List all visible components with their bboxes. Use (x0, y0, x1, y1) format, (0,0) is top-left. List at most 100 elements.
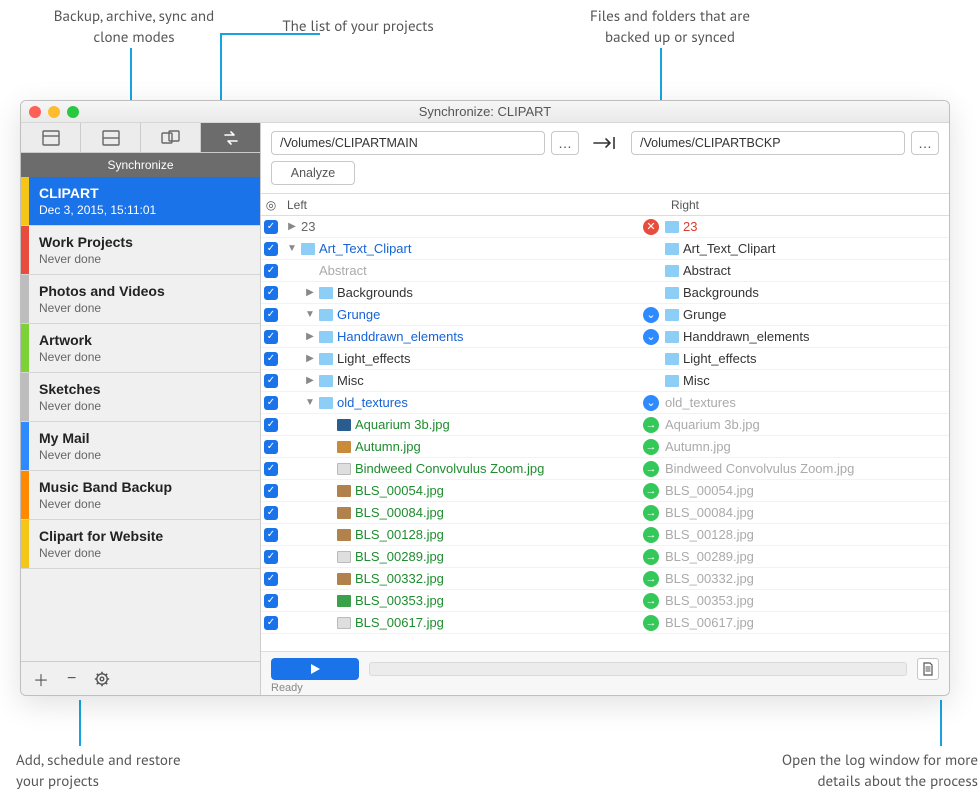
row-checkbox[interactable]: ✓ (264, 528, 278, 542)
project-item[interactable]: Photos and Videos Never done (21, 275, 260, 324)
file-row[interactable]: ✓ Autumn.jpg → Autumn.jpg (261, 436, 949, 458)
project-name: CLIPART (39, 185, 250, 201)
left-path-browse-button[interactable]: … (551, 131, 579, 155)
add-project-button[interactable]: ＋ (33, 667, 49, 691)
analyze-button[interactable]: Analyze (271, 161, 355, 185)
row-checkbox[interactable]: ✓ (264, 594, 278, 608)
run-button[interactable] (271, 658, 359, 680)
file-row[interactable]: ✓ ▶ Backgrounds Backgrounds (261, 282, 949, 304)
disclosure-icon[interactable]: ▶ (305, 287, 315, 298)
callout-addrestore: Add, schedule and restore your projects (16, 750, 256, 792)
right-path-input[interactable]: /Volumes/CLIPARTBCKP (631, 131, 905, 155)
settings-button[interactable] (94, 671, 110, 687)
project-item[interactable]: My Mail Never done (21, 422, 260, 471)
copy-right-icon[interactable]: → (643, 571, 659, 587)
project-item[interactable]: Work Projects Never done (21, 226, 260, 275)
file-row[interactable]: ✓ BLS_00084.jpg → BLS_00084.jpg (261, 502, 949, 524)
direction-icon[interactable] (585, 131, 625, 155)
row-checkbox[interactable]: ✓ (264, 550, 278, 564)
expand-icon[interactable]: ⌄ (643, 395, 659, 411)
copy-right-icon[interactable]: → (643, 461, 659, 477)
expand-icon[interactable]: ⌄ (643, 307, 659, 323)
mode-clone-button[interactable] (141, 123, 201, 152)
disclosure-icon[interactable]: ▼ (305, 309, 315, 320)
project-subtitle: Never done (39, 301, 250, 315)
copy-right-icon[interactable]: → (643, 549, 659, 565)
close-icon[interactable] (29, 106, 41, 118)
file-row[interactable]: ✓ BLS_00617.jpg → BLS_00617.jpg (261, 612, 949, 634)
project-item[interactable]: Artwork Never done (21, 324, 260, 373)
disclosure-icon[interactable]: ▼ (287, 243, 297, 254)
titlebar[interactable]: Synchronize: CLIPART (21, 101, 949, 123)
copy-right-icon[interactable]: → (643, 615, 659, 631)
row-checkbox[interactable]: ✓ (264, 242, 278, 256)
row-checkbox[interactable]: ✓ (264, 396, 278, 410)
row-checkbox[interactable]: ✓ (264, 506, 278, 520)
row-checkbox[interactable]: ✓ (264, 220, 278, 234)
row-checkbox[interactable]: ✓ (264, 308, 278, 322)
file-row[interactable]: ✓ ▼ Art_Text_Clipart Art_Text_Clipart (261, 238, 949, 260)
file-row[interactable]: ✓ ▶ Misc Misc (261, 370, 949, 392)
project-item[interactable]: CLIPART Dec 3, 2015, 15:11:01 (21, 177, 260, 226)
mode-archive-button[interactable] (81, 123, 141, 152)
row-checkbox[interactable]: ✓ (264, 374, 278, 388)
disclosure-icon[interactable]: ▶ (305, 375, 315, 386)
mode-backup-button[interactable] (21, 123, 81, 152)
copy-right-icon[interactable]: → (643, 483, 659, 499)
file-row[interactable]: ✓ BLS_00332.jpg → BLS_00332.jpg (261, 568, 949, 590)
project-name: My Mail (39, 430, 250, 446)
left-filename: BLS_00084.jpg (355, 505, 444, 520)
copy-right-icon[interactable]: → (643, 439, 659, 455)
disclosure-icon[interactable]: ▶ (305, 331, 315, 342)
file-row[interactable]: ✓ BLS_00128.jpg → BLS_00128.jpg (261, 524, 949, 546)
file-row[interactable]: ✓ ▶ Light_effects Light_effects (261, 348, 949, 370)
file-row[interactable]: ✓ ▶ 23 ✕ 23 (261, 216, 949, 238)
copy-right-icon[interactable]: → (643, 527, 659, 543)
row-checkbox[interactable]: ✓ (264, 440, 278, 454)
disclosure-icon[interactable]: ▶ (287, 221, 297, 232)
right-path-browse-button[interactable]: … (911, 131, 939, 155)
project-item[interactable]: Sketches Never done (21, 373, 260, 422)
mode-sync-button[interactable] (201, 123, 260, 152)
remove-project-button[interactable]: − (67, 670, 76, 688)
row-checkbox[interactable]: ✓ (264, 352, 278, 366)
file-row[interactable]: ✓ ▼ old_textures ⌄ old_textures (261, 392, 949, 414)
file-row[interactable]: ✓ BLS_00289.jpg → BLS_00289.jpg (261, 546, 949, 568)
copy-right-icon[interactable]: → (643, 593, 659, 609)
right-column-header[interactable]: Right (665, 194, 949, 215)
log-button[interactable] (917, 658, 939, 680)
target-header-icon[interactable]: ◎ (261, 194, 281, 215)
row-checkbox[interactable]: ✓ (264, 462, 278, 476)
project-item[interactable]: Music Band Backup Never done (21, 471, 260, 520)
left-column-header[interactable]: Left (281, 194, 637, 215)
file-row[interactable]: ✓ ▶ Handdrawn_elements ⌄ Handdrawn_eleme… (261, 326, 949, 348)
file-row[interactable]: ✓ Aquarium 3b.jpg → Aquarium 3b.jpg (261, 414, 949, 436)
file-row[interactable]: ✓ BLS_00054.jpg → BLS_00054.jpg (261, 480, 949, 502)
project-item[interactable]: Clipart for Website Never done (21, 520, 260, 569)
row-checkbox[interactable]: ✓ (264, 330, 278, 344)
file-row[interactable]: ✓ ▼ Grunge ⌄ Grunge (261, 304, 949, 326)
expand-icon[interactable]: ⌄ (643, 329, 659, 345)
file-row[interactable]: ✓ Bindweed Convolvulus Zoom.jpg → Bindwe… (261, 458, 949, 480)
disclosure-icon[interactable]: ▼ (305, 397, 315, 408)
row-checkbox[interactable]: ✓ (264, 264, 278, 278)
row-checkbox[interactable]: ✓ (264, 418, 278, 432)
copy-right-icon[interactable]: → (643, 505, 659, 521)
left-filename: Art_Text_Clipart (319, 241, 411, 256)
minimize-icon[interactable] (48, 106, 60, 118)
file-row[interactable]: ✓ Abstract Abstract (261, 260, 949, 282)
row-checkbox[interactable]: ✓ (264, 286, 278, 300)
row-checkbox[interactable]: ✓ (264, 572, 278, 586)
left-path-input[interactable]: /Volumes/CLIPARTMAIN (271, 131, 545, 155)
disclosure-icon[interactable]: ▶ (305, 353, 315, 364)
folder-icon (665, 221, 679, 233)
project-name: Sketches (39, 381, 250, 397)
gear-icon (94, 671, 110, 687)
zoom-icon[interactable] (67, 106, 79, 118)
row-checkbox[interactable]: ✓ (264, 484, 278, 498)
right-filename: Misc (683, 373, 710, 388)
row-checkbox[interactable]: ✓ (264, 616, 278, 630)
delete-icon[interactable]: ✕ (643, 219, 659, 235)
file-row[interactable]: ✓ BLS_00353.jpg → BLS_00353.jpg (261, 590, 949, 612)
copy-right-icon[interactable]: → (643, 417, 659, 433)
